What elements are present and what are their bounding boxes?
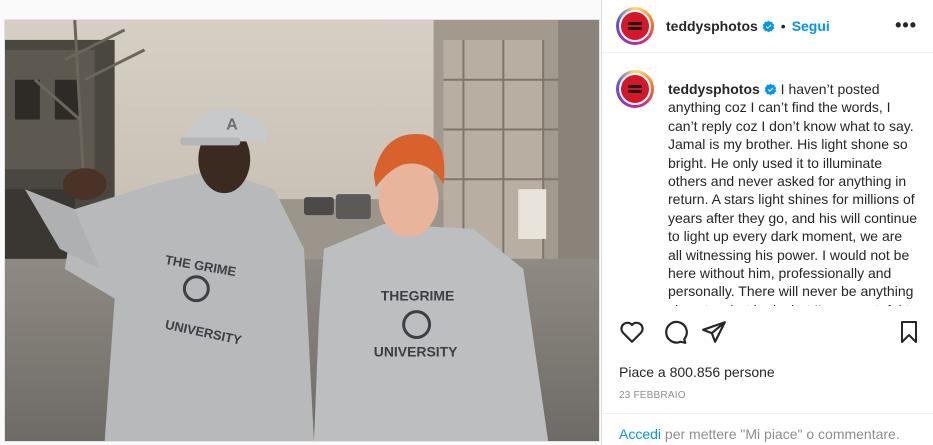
post-photo[interactable]: A THE GRIME UNIVERSITY THEGRIME UNIVERSI… [4,19,600,442]
comment-bar: Accedi per mettere "Mi piace" o commenta… [602,413,933,445]
post-side-panel: teddysphotos • Segui ••• teddysphotos I … [601,0,933,445]
login-link[interactable]: Accedi [619,426,661,442]
header-username[interactable]: teddysphotos [666,18,758,34]
verified-icon [762,20,775,32]
caption-text: teddysphotos I haven’t posted anything c… [668,80,918,306]
avatar-image [619,10,651,42]
likes-count[interactable]: Piace a 800.856 persone [619,364,775,380]
comment-icon[interactable] [662,319,688,345]
caption-body: I haven’t posted anything coz I can’t fi… [668,81,918,306]
heart-icon[interactable] [619,319,645,345]
caption-avatar[interactable] [616,70,654,108]
more-icon[interactable]: ••• [895,16,917,34]
bookmark-icon[interactable] [897,319,921,345]
caption-username[interactable]: teddysphotos [668,81,760,97]
post-header: teddysphotos • Segui ••• [602,0,933,53]
post-media-area: A THE GRIME UNIVERSITY THEGRIME UNIVERSI… [0,0,600,445]
follow-button[interactable]: Segui [792,18,830,34]
separator-dot: • [780,18,786,34]
post-date[interactable]: 23 FEBBRAIO [619,390,686,401]
svg-text:UNIVERSITY: UNIVERSITY [374,343,458,359]
svg-text:THEGRIME: THEGRIME [381,288,455,304]
comment-bar-text: per mettere "Mi piace" o commentare. [661,426,900,442]
caption-area: teddysphotos I haven’t posted anything c… [616,70,920,306]
avatar[interactable] [616,7,654,45]
verified-icon [764,83,777,96]
share-icon[interactable] [701,319,727,345]
post-photo-image: A THE GRIME UNIVERSITY THEGRIME UNIVERSI… [5,20,599,441]
cap-logo: A [226,116,238,133]
action-bar [619,319,921,347]
